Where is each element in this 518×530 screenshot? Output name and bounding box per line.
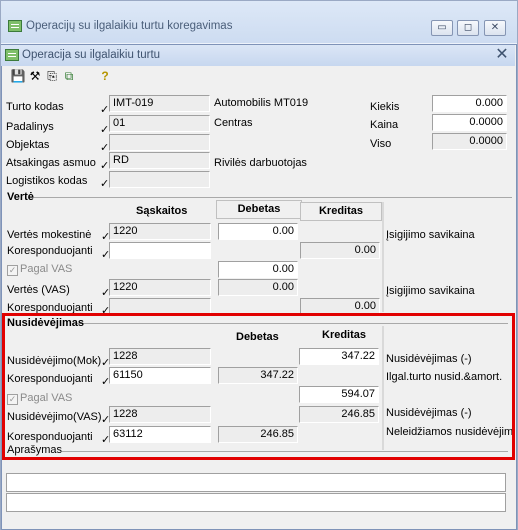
verte-col-kreditas: Kreditas: [300, 202, 382, 221]
verte-row2-label: Koresponduojanti: [7, 245, 93, 257]
logistikos-label: Logistikos kodas: [6, 175, 88, 187]
nusid-row2-label: Koresponduojanti: [7, 373, 93, 385]
verte-row1-account[interactable]: 1220: [109, 223, 211, 240]
viso-label: Viso: [370, 138, 392, 150]
aprasymas-field-1[interactable]: [6, 473, 506, 492]
nusid-row1-kreditas[interactable]: 347.22: [299, 348, 379, 365]
minimize-button[interactable]: ▭: [431, 20, 453, 36]
verte-row1-note: Įsigijimo savikaina: [386, 229, 475, 241]
verte-col-saskaitos: Sąskaitos: [136, 205, 188, 217]
duplicate-icon[interactable]: ⧉: [61, 68, 77, 84]
check-icon: ✓: [100, 104, 110, 116]
nusid-row1-label: Nusidėvėjimo(Mok): [7, 355, 102, 367]
padalinys-label: Padalinys: [6, 121, 54, 133]
nusid-row4-debetas: 246.85: [218, 426, 298, 443]
verte-row3-label: Vertės (VAS): [7, 284, 70, 296]
close-icon[interactable]: ✕: [490, 46, 514, 64]
turto-aprasymas: Automobilis MT019: [214, 97, 309, 109]
nusid-pagal-vas-value[interactable]: 594.07: [299, 386, 379, 403]
check-icon: ✓: [100, 160, 110, 172]
app-icon: [5, 49, 19, 61]
aprasymas-field-2[interactable]: [6, 493, 506, 512]
kaina-label: Kaina: [370, 119, 399, 131]
pagal-vas-checkbox[interactable]: ✓: [7, 394, 18, 405]
verte-row3-note: Įsigijimo savikaina: [386, 285, 475, 297]
window-title: Operacija su ilgalaikiu turtu: [22, 49, 161, 61]
nusid-row3-note: Nusidėvėjimas (-): [386, 407, 472, 419]
check-icon: ✓: [100, 178, 110, 190]
verte-col-debetas: Debetas: [216, 200, 302, 219]
copy-icon[interactable]: ⎘: [44, 68, 60, 84]
nusid-row4-label: Koresponduojanti: [7, 431, 93, 443]
nusid-row2-note: Ilgal.turto nusid.&amort.: [386, 371, 503, 383]
kaina-field[interactable]: 0.0000: [432, 114, 507, 131]
padalinys-field[interactable]: 01: [109, 115, 210, 132]
verte-row4-account[interactable]: [109, 298, 211, 315]
verte-row1-label: Vertės mokestinė: [7, 229, 92, 241]
nusid-row4-account[interactable]: 63112: [109, 426, 211, 443]
nusid-row2-debetas: 347.22: [218, 367, 298, 384]
atsakingas-field[interactable]: RD: [109, 152, 210, 169]
nusid-row3-account[interactable]: 1228: [109, 406, 211, 423]
nusid-row3-label: Nusidėvėjimo(VAS): [7, 411, 102, 423]
atsakingas-aprasymas: Rivilės darbuotojas: [214, 157, 307, 169]
app-icon: [8, 20, 22, 32]
objektas-label: Objektas: [6, 139, 50, 151]
verte-row2-account[interactable]: [109, 242, 211, 259]
verte-row1-debetas[interactable]: 0.00: [218, 223, 298, 240]
logistikos-field[interactable]: [109, 171, 210, 188]
verte-pagal-vas-value[interactable]: 0.00: [218, 261, 298, 278]
verte-row4-kreditas: 0.00: [300, 298, 380, 315]
kiekis-field[interactable]: 0.000: [432, 95, 507, 112]
nusid-row1-account[interactable]: 1228: [109, 348, 211, 365]
turto-kodas-label: Turto kodas: [6, 101, 64, 113]
check-icon: ✓: [100, 124, 110, 136]
padalinys-aprasymas: Centras: [214, 117, 253, 129]
verte-row3-account[interactable]: 1220: [109, 279, 211, 296]
save-icon[interactable]: 💾: [10, 68, 26, 84]
background-window-title: Operacijų su ilgalaikiu turtu koregavima…: [26, 20, 233, 32]
nusid-col-debetas: Debetas: [236, 331, 279, 343]
aprasymas-label: Aprašymas: [7, 444, 63, 456]
nusid-row1-note: Nusidėvėjimas (-): [386, 353, 472, 365]
verte-title: Vertė: [7, 191, 34, 203]
nusid-divider: [382, 326, 384, 450]
close-button[interactable]: ✕: [484, 20, 506, 36]
nusid-row4-note: Neleidžiamos nusidėvėjim: [386, 426, 514, 438]
nusid-col-kreditas: Kreditas: [322, 329, 367, 341]
nusid-row3-kreditas: 246.85: [299, 406, 379, 423]
objektas-field[interactable]: [109, 134, 210, 151]
nusid-row2-account[interactable]: 61150: [109, 367, 211, 384]
verte-row2-kreditas: 0.00: [300, 242, 380, 259]
verte-group-border: [28, 197, 512, 198]
help-icon[interactable]: ?: [97, 68, 113, 84]
tool-icon[interactable]: ⚒: [27, 68, 43, 84]
pagal-vas-checkbox[interactable]: ✓: [7, 265, 18, 276]
nusidevejimas-title: Nusidėvėjimas: [7, 317, 85, 329]
nusid-pagal-vas-label: Pagal VAS: [20, 392, 73, 404]
maximize-button[interactable]: ◻: [457, 20, 479, 36]
kiekis-label: Kiekis: [370, 101, 400, 113]
nusidevejimas-group-border: [76, 323, 508, 324]
aprasymas-group-border: [62, 451, 508, 452]
verte-divider: [382, 202, 384, 312]
verte-row4-label: Koresponduojanti: [7, 302, 93, 314]
viso-field: 0.0000: [432, 133, 507, 150]
verte-pagal-vas-label: Pagal VAS: [20, 263, 73, 275]
check-icon: ✓: [100, 142, 110, 154]
atsakingas-label: Atsakingas asmuo: [6, 157, 96, 169]
verte-row3-debetas: 0.00: [218, 279, 298, 296]
turto-kodas-field[interactable]: IMT-019: [109, 95, 210, 112]
